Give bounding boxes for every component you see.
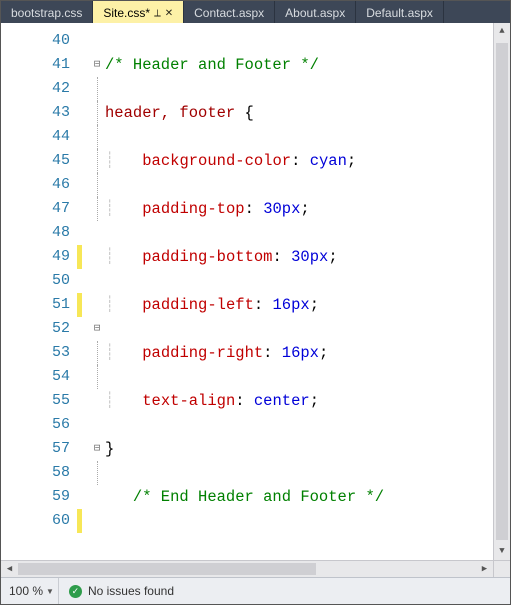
splitter-handle[interactable] (493, 561, 510, 578)
tab-label: Contact.aspx (194, 6, 264, 20)
tab-default-aspx[interactable]: Default.aspx (356, 1, 444, 23)
line-number: 55 (1, 389, 70, 413)
line-number: 53 (1, 341, 70, 365)
line-number: 60 (1, 509, 70, 533)
line-number: 42 (1, 77, 70, 101)
tab-label: About.aspx (285, 6, 345, 20)
line-number: 54 (1, 365, 70, 389)
zoom-value: 100 % (9, 584, 43, 598)
line-number: 45 (1, 149, 70, 173)
line-number: 59 (1, 485, 70, 509)
code-text: padding-left (142, 296, 254, 314)
outline-margin (91, 23, 103, 560)
code-text: header, footer (105, 104, 245, 122)
code-text: padding-top (142, 200, 244, 218)
tab-contact-aspx[interactable]: Contact.aspx (184, 1, 275, 23)
line-number: 44 (1, 125, 70, 149)
change-mark (77, 245, 91, 269)
code-text: background-color (142, 152, 291, 170)
tab-site-css[interactable]: Site.css* ⟂ ✕ (93, 1, 184, 23)
issues-indicator[interactable]: ✓ No issues found (59, 578, 184, 604)
scroll-down-icon[interactable]: ▼ (494, 543, 510, 560)
line-number: 43 (1, 101, 70, 125)
line-number: 58 (1, 461, 70, 485)
code-text: } (105, 440, 114, 458)
code-text: 30px (291, 248, 328, 266)
line-number: 50 (1, 269, 70, 293)
change-mark (77, 293, 91, 317)
line-number: 51 (1, 293, 70, 317)
code-content[interactable]: /* Header and Footer */ header, footer {… (103, 23, 493, 560)
line-number: 40 (1, 29, 70, 53)
code-editor[interactable]: 40 41 42 43 44 45 46 47 48 49 50 51 52 5… (1, 23, 510, 560)
line-number: 41 (1, 53, 70, 77)
scroll-thumb[interactable] (18, 563, 316, 575)
pin-icon[interactable]: ⟂ (154, 8, 161, 19)
code-text: ; (347, 152, 356, 170)
line-number: 52 (1, 317, 70, 341)
code-text: text-align (142, 392, 235, 410)
code-text: padding-bottom (142, 248, 272, 266)
status-bar: 100 % ▼ ✓ No issues found (1, 577, 510, 604)
tab-label: Site.css* (103, 6, 150, 20)
tab-label: Default.aspx (366, 6, 433, 20)
code-text: /* Header and Footer */ (105, 56, 319, 74)
zoom-dropdown[interactable]: 100 % ▼ (1, 578, 59, 604)
line-number-gutter: 40 41 42 43 44 45 46 47 48 49 50 51 52 5… (1, 23, 77, 560)
scroll-up-icon[interactable]: ▲ (494, 23, 510, 40)
fold-toggle-icon[interactable] (91, 437, 103, 461)
code-text: /* End Header and Footer */ (133, 488, 384, 506)
change-mark (77, 509, 91, 533)
chevron-down-icon: ▼ (46, 587, 54, 596)
tab-bootstrap-css[interactable]: bootstrap.css (1, 1, 93, 23)
code-text: : (291, 152, 310, 170)
tab-about-aspx[interactable]: About.aspx (275, 1, 356, 23)
code-text: { (245, 104, 254, 122)
document-tab-bar: bootstrap.css Site.css* ⟂ ✕ Contact.aspx… (1, 1, 510, 23)
vertical-scrollbar[interactable]: ▲ ▼ (493, 23, 510, 560)
fold-toggle-icon[interactable] (91, 317, 103, 341)
line-number: 57 (1, 437, 70, 461)
code-text: center (254, 392, 310, 410)
scroll-left-icon[interactable]: ◀ (1, 564, 18, 574)
code-text: 16px (272, 296, 309, 314)
line-number: 49 (1, 245, 70, 269)
change-margin (77, 23, 91, 560)
code-text: 16px (282, 344, 319, 362)
line-number: 47 (1, 197, 70, 221)
line-number: 48 (1, 221, 70, 245)
check-icon: ✓ (69, 585, 82, 598)
code-text: cyan (310, 152, 347, 170)
horizontal-scrollbar[interactable]: ◀ ▶ (1, 560, 510, 577)
issues-text: No issues found (88, 584, 174, 598)
scroll-right-icon[interactable]: ▶ (476, 564, 493, 574)
close-icon[interactable]: ✕ (165, 8, 173, 19)
scroll-thumb[interactable] (496, 43, 508, 540)
code-text: 30px (263, 200, 300, 218)
fold-toggle-icon[interactable] (91, 53, 103, 77)
line-number: 46 (1, 173, 70, 197)
tab-label: bootstrap.css (11, 6, 82, 20)
line-number: 56 (1, 413, 70, 437)
code-text: padding-right (142, 344, 263, 362)
